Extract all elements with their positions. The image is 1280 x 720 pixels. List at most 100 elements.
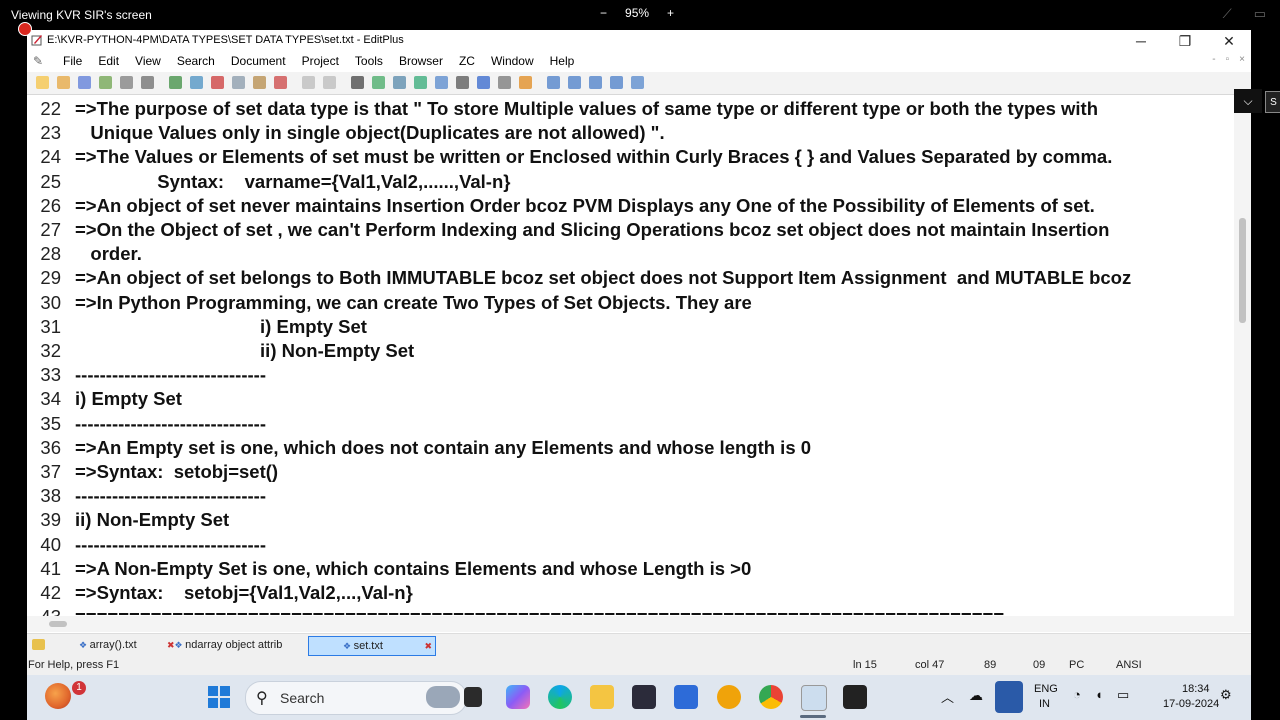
language-in[interactable]: IN xyxy=(1039,698,1050,710)
line-number: 31 xyxy=(40,315,61,337)
status-column: col 47 xyxy=(915,659,945,671)
fullscreen-icon[interactable] xyxy=(610,76,623,89)
goto-icon[interactable] xyxy=(393,76,406,89)
menu-document[interactable]: Document xyxy=(223,54,294,68)
copilot-icon[interactable] xyxy=(506,685,530,709)
line-number: 37 xyxy=(40,461,61,482)
ruler-icon[interactable] xyxy=(498,76,511,89)
indent-icon[interactable] xyxy=(414,76,427,89)
collapse-chevron-icon[interactable]: ⌵ xyxy=(1234,89,1262,113)
replace-icon[interactable] xyxy=(372,76,385,89)
line-text: =>An object of set never maintains Inser… xyxy=(75,194,1095,216)
check-icon[interactable] xyxy=(519,76,532,89)
layout-icon[interactable] xyxy=(547,76,560,89)
doc-tab-set[interactable]: ❖ set.txt ✖ xyxy=(308,636,436,656)
side-panel-tab[interactable]: S xyxy=(1265,91,1280,113)
terminal-icon[interactable] xyxy=(843,685,867,709)
line-number-icon[interactable] xyxy=(477,76,490,89)
find-icon[interactable] xyxy=(351,76,364,89)
window-icon[interactable]: ▭ xyxy=(1254,6,1266,22)
start-icon[interactable] xyxy=(207,685,231,709)
battery-icon[interactable]: ▭ xyxy=(1117,687,1129,703)
output-icon[interactable] xyxy=(568,76,581,89)
widgets-icon[interactable]: 1 xyxy=(45,681,86,709)
line-text: ========================================… xyxy=(75,605,1004,616)
undo-icon[interactable] xyxy=(302,76,315,89)
text-editor[interactable]: 22 =>The purpose of set data type is that… xyxy=(27,95,1234,616)
annotate-icon[interactable]: ⟋ xyxy=(1223,6,1232,22)
doc-tab-label: set.txt xyxy=(353,640,383,652)
mdi-restore-icon[interactable]: ▫ xyxy=(1226,54,1230,65)
store-icon[interactable] xyxy=(632,685,656,709)
edge-icon[interactable] xyxy=(548,685,572,709)
menu-window[interactable]: Window xyxy=(483,54,542,68)
save-icon[interactable] xyxy=(78,76,91,89)
tab-close-icon[interactable]: ✖ xyxy=(424,637,432,655)
split-icon[interactable] xyxy=(589,76,602,89)
onedrive-icon[interactable]: ☁ xyxy=(969,687,983,704)
line-number: 27 xyxy=(40,219,61,240)
task-view-icon[interactable] xyxy=(464,687,482,707)
clock-date[interactable]: 17-09-2024 xyxy=(1163,698,1219,710)
search-label: Search xyxy=(280,690,325,706)
doc-tab-ndarray[interactable]: ✖❖ ndarray object attrib xyxy=(167,636,307,654)
menu-search[interactable]: Search xyxy=(169,54,223,68)
menu-help[interactable]: Help xyxy=(542,54,583,68)
menu-tools[interactable]: Tools xyxy=(347,54,391,68)
cut-icon[interactable] xyxy=(211,76,224,89)
mdi-close-icon[interactable]: × xyxy=(1239,54,1245,65)
microphone-icon[interactable] xyxy=(995,681,1023,713)
volume-icon[interactable]: ◖ xyxy=(1095,687,1103,702)
notifications-icon[interactable]: ⚙ xyxy=(1220,687,1232,703)
zoom-out-button[interactable]: − xyxy=(600,6,607,20)
menu-zc[interactable]: ZC xyxy=(451,54,483,68)
hp-icon[interactable] xyxy=(674,685,698,709)
wifi-icon[interactable]: ◔ xyxy=(1073,687,1081,702)
mdi-minimize-icon[interactable]: - xyxy=(1212,54,1215,65)
menu-view[interactable]: View xyxy=(127,54,169,68)
paste-icon[interactable] xyxy=(253,76,266,89)
status-value-89: 89 xyxy=(984,659,997,671)
editplus-taskbar-icon[interactable] xyxy=(801,685,827,711)
browser-icon[interactable] xyxy=(190,76,203,89)
editor-line: 43 ======================================… xyxy=(27,605,1234,616)
close-button[interactable]: ✕ xyxy=(1207,30,1251,52)
open-icon[interactable] xyxy=(57,76,70,89)
redo-icon[interactable] xyxy=(323,76,336,89)
doc-tab-array[interactable]: ❖ array().txt xyxy=(79,636,149,654)
folder-icon[interactable] xyxy=(32,639,45,650)
tray-chevron-icon[interactable]: ︿ xyxy=(941,687,954,706)
minimize-button[interactable]: ─ xyxy=(1119,30,1163,52)
taskbar-search[interactable]: ⚲ Search xyxy=(245,681,467,715)
line-text: =>On the Object of set , we can't Perfor… xyxy=(75,219,1110,240)
menu-project[interactable]: Project xyxy=(294,54,347,68)
menu-edit[interactable]: Edit xyxy=(90,54,127,68)
help-icon[interactable] xyxy=(631,76,644,89)
horizontal-scroll-thumb[interactable] xyxy=(49,621,67,627)
doc-tab-label: array().txt xyxy=(89,639,137,651)
menu-file[interactable]: File xyxy=(55,54,90,68)
line-number: 28 xyxy=(40,243,61,265)
clock-time[interactable]: 18:34 xyxy=(1182,683,1210,695)
vertical-scrollbar[interactable] xyxy=(1234,95,1251,616)
sticky-notes-icon[interactable] xyxy=(717,685,741,709)
horizontal-scrollbar[interactable] xyxy=(27,616,1251,632)
menu-browser[interactable]: Browser xyxy=(391,54,451,68)
print-icon[interactable] xyxy=(141,76,154,89)
new-file-icon[interactable] xyxy=(36,76,49,89)
maximize-button[interactable]: ❐ xyxy=(1163,30,1207,52)
file-explorer-icon[interactable] xyxy=(590,685,614,709)
delete-icon[interactable] xyxy=(274,76,287,89)
vertical-scroll-thumb[interactable] xyxy=(1239,218,1246,323)
chrome-icon[interactable] xyxy=(759,685,783,709)
copy-icon[interactable] xyxy=(232,76,245,89)
font-size-icon[interactable] xyxy=(435,76,448,89)
language-eng[interactable]: ENG xyxy=(1034,683,1058,695)
editor-line: 26 =>An object of set never maintains Ins… xyxy=(27,194,1234,218)
zoom-in-button[interactable]: + xyxy=(667,6,674,20)
spell-check-icon[interactable] xyxy=(169,76,182,89)
print-preview-icon[interactable] xyxy=(120,76,133,89)
save-all-icon[interactable] xyxy=(99,76,112,89)
word-wrap-icon[interactable] xyxy=(456,76,469,89)
line-text: i) Empty Set xyxy=(75,315,367,337)
